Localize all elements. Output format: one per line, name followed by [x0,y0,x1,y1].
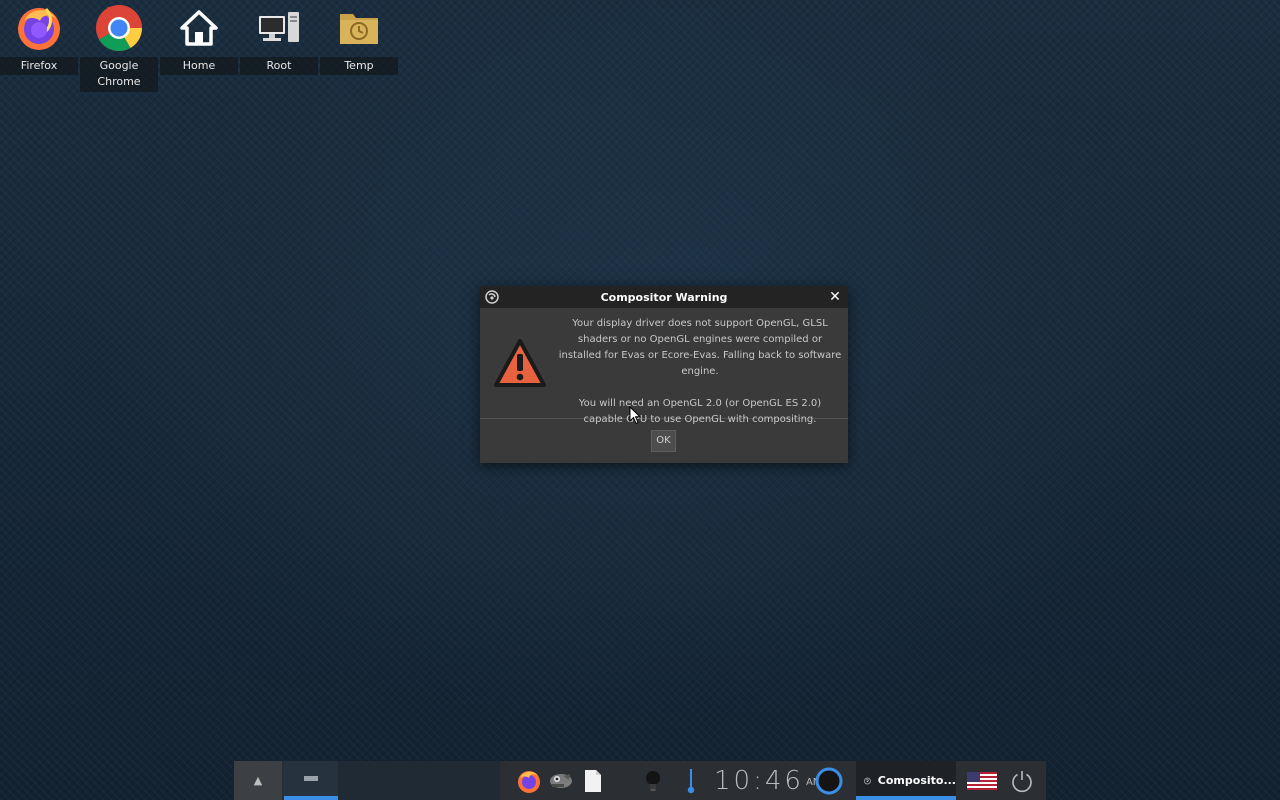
dialog-title: Compositor Warning [600,290,728,304]
desktop-icon-label-line2: Chrome [97,75,141,88]
desktop-icon-google-chrome[interactable]: Google Chrome [80,0,158,92]
desktop-icon-firefox[interactable]: Firefox [0,0,78,75]
desktop-icon-temp[interactable]: Temp [320,0,398,75]
dialog-message: Your display driver does not support Ope… [558,316,842,428]
thermometer-icon [687,768,695,793]
clock-gadget[interactable]: 10:46 AM [714,761,821,800]
enlightenment-icon[interactable] [485,290,499,304]
desktop-icon-label: Root [240,57,318,75]
desktop-icon-label: Temp [320,57,398,75]
active-task-indicator [856,796,956,800]
power-button[interactable] [1006,761,1038,800]
dialog-titlebar[interactable]: Compositor Warning ✕ [480,286,848,308]
power-icon [1012,770,1032,792]
dialog-body: Your display driver does not support Ope… [480,308,848,425]
chevron-up-icon: ▲ [253,774,263,787]
virtual-desktop-1[interactable] [284,761,338,800]
thermometer-gadget[interactable] [678,761,704,800]
desktop-icon-home[interactable]: Home [160,0,238,75]
close-icon[interactable]: ✕ [826,288,844,306]
taskbar-item-label: Composito... [877,774,956,787]
enlightenment-icon [864,777,871,784]
shelf-menu-button[interactable]: ▲ [234,761,282,800]
desktop-icon-root[interactable]: Root [240,0,318,75]
compositor-warning-dialog: Compositor Warning ✕ Your display driver… [480,286,848,463]
dialog-footer: OK [480,419,848,463]
pager-window-thumbnail [304,776,318,781]
desktop-icon-label: Firefox [0,57,78,75]
network-ring-icon [815,767,843,794]
taskbar-item-compositor-warning[interactable]: Composito... [856,761,956,800]
desktop-icon-label-line1: Google [99,59,139,72]
chrome-icon [95,4,143,52]
system-temperature-gadget[interactable] [638,761,668,800]
computer-icon [255,4,303,52]
clock-time: 10:46 [714,765,804,796]
lightbulb-icon [646,770,660,791]
launcher-bar [502,761,622,800]
virtual-desktop-pager [284,761,500,800]
connman-gadget[interactable] [814,761,844,800]
active-desktop-indicator [284,796,338,800]
launcher-terminal-icon[interactable] [548,768,574,794]
warning-icon [494,339,546,387]
desktop-icon-label: Home [160,57,238,75]
temp-folder-icon [335,4,383,52]
desktop-icon-label: Google Chrome [80,57,158,92]
taskbar: ▲ 10:46 AM Composito... [234,761,1046,800]
firefox-icon [15,4,63,52]
home-icon [175,4,223,52]
mouse-cursor-icon [629,406,642,425]
us-flag-icon [967,771,997,790]
keyboard-layout-gadget[interactable] [966,761,998,800]
launcher-firefox-icon[interactable] [516,768,542,794]
dialog-message-paragraph-1: Your display driver does not support Ope… [558,318,842,377]
launcher-document-icon[interactable] [580,768,606,794]
ok-button[interactable]: OK [651,430,676,452]
